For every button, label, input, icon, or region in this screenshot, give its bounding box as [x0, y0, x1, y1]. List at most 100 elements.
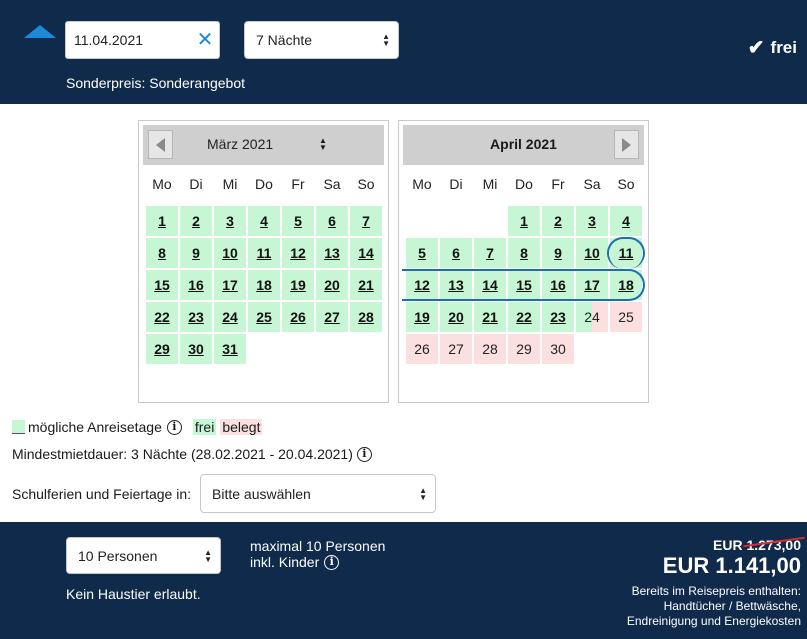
calendar-day[interactable]: 6 [440, 238, 472, 268]
calendar-day[interactable]: 16 [180, 270, 212, 300]
calendar-day[interactable]: 12 [406, 270, 438, 300]
weekday-label: Mo [412, 176, 432, 192]
calendar-day[interactable]: 17 [576, 270, 608, 300]
calendar-day[interactable]: 31 [214, 334, 246, 364]
special-price-text: Sonderpreis: Sonderangebot [66, 75, 246, 91]
weekday-label: So [357, 176, 375, 192]
calendar-day[interactable]: 24 [214, 302, 246, 332]
check-icon: ✔ [747, 37, 765, 59]
included-services: Bereits im Reisepreis enthalten: Handtüc… [627, 584, 801, 629]
calendar-day[interactable]: 18 [248, 270, 280, 300]
calendar-day: 24 [576, 302, 608, 332]
persons-select[interactable]: 10 Personen ▲ ▼ [66, 537, 221, 574]
nights-select[interactable]: 7 Nächte ▲ ▼ [244, 21, 399, 59]
legend-arrival-days: mögliche Anreisetage [28, 419, 162, 435]
legend-booked: belegt [220, 419, 263, 435]
persons-select-value: 10 Personen [78, 547, 158, 564]
calendar-day[interactable]: 8 [508, 238, 540, 268]
included-line: Endreinigung und Energiekosten [626, 614, 801, 628]
weekday-label: Do [515, 176, 533, 192]
calendar-day[interactable]: 6 [316, 206, 348, 236]
calendar-day: 28 [474, 334, 506, 364]
calendar-day[interactable]: 19 [406, 302, 438, 332]
calendar-march: März 2021 ▲ ▼ Mo Di Mi Do Fr Sa So 1 2 3 4 5 6 7 8 9 10 1… [138, 120, 389, 403]
calendar-day[interactable]: 11 [610, 238, 642, 268]
calendar-day[interactable]: 27 [316, 302, 348, 332]
calendar-day[interactable]: 3 [576, 206, 608, 236]
calendar-day[interactable]: 29 [146, 334, 178, 364]
calendar-day[interactable]: 7 [350, 206, 382, 236]
calendar-day[interactable]: 2 [180, 206, 212, 236]
weekday-header: Mo Di Mi Do Fr Sa So [405, 176, 643, 192]
calendar-day[interactable]: 2 [542, 206, 574, 236]
arrow-left-icon [156, 137, 165, 152]
calendar-day[interactable]: 12 [282, 238, 314, 268]
calendar-day[interactable]: 9 [180, 238, 212, 268]
calendar-day[interactable]: 7 [474, 238, 506, 268]
max-persons-line: maximal 10 Personen [250, 538, 386, 554]
calendar-day[interactable]: 17 [214, 270, 246, 300]
calendar-day[interactable]: 26 [282, 302, 314, 332]
weekday-label: Fr [551, 176, 565, 192]
calendar-day: 29 [508, 334, 540, 364]
prev-month-button[interactable] [148, 130, 173, 159]
calendar-day[interactable]: 1 [146, 206, 178, 236]
calendar-day[interactable]: 8 [146, 238, 178, 268]
select-arrows-icon: ▲ ▼ [382, 32, 390, 48]
weekday-label: Di [449, 176, 463, 192]
calendar-day: 26 [406, 334, 438, 364]
calendar-day[interactable]: 3 [214, 206, 246, 236]
calendar-day[interactable]: 14 [474, 270, 506, 300]
booking-footer: 10 Personen ▲ ▼ Kein Haustier erlaubt. ma… [0, 522, 807, 639]
month-select-arrows-icon[interactable]: ▲ ▼ [319, 137, 327, 152]
calendar-day[interactable]: 13 [440, 270, 472, 300]
weekday-label: Di [189, 176, 203, 192]
clear-icon[interactable]: ✕ [196, 29, 214, 51]
month-select[interactable]: März 2021 [207, 125, 273, 165]
calendar-day[interactable]: 18 [610, 270, 642, 300]
calendar-day[interactable]: 4 [610, 206, 642, 236]
min-stay-text: Mindestmietdauer: 3 Nächte (28.02.2021 -… [12, 446, 353, 462]
calendar-day[interactable]: 1 [508, 206, 540, 236]
calendar-day[interactable]: 23 [180, 302, 212, 332]
weekday-label: Mi [222, 176, 238, 192]
calendar-day[interactable]: 4 [248, 206, 280, 236]
calendar-day[interactable]: 5 [406, 238, 438, 268]
info-icon[interactable]: i [324, 554, 340, 570]
calendar-day[interactable]: 10 [214, 238, 246, 268]
calendar-day[interactable]: 5 [282, 206, 314, 236]
calendar-day[interactable]: 11 [248, 238, 280, 268]
calendar-day[interactable]: 9 [542, 238, 574, 268]
calendar-day: 27 [440, 334, 472, 364]
calendar-day[interactable]: 25 [248, 302, 280, 332]
collapse-up-icon[interactable] [24, 25, 56, 38]
calendar-day[interactable]: 13 [316, 238, 348, 268]
calendar-day[interactable]: 15 [508, 270, 540, 300]
calendar-day[interactable]: 15 [146, 270, 178, 300]
calendar-header: März 2021 ▲ ▼ [143, 125, 384, 165]
calendar-day[interactable]: 23 [542, 302, 574, 332]
calendar-day[interactable]: 16 [542, 270, 574, 300]
calendar-day[interactable]: 19 [282, 270, 314, 300]
calendar-day[interactable]: 20 [440, 302, 472, 332]
incl-children-line: inkl. Kinder [250, 554, 320, 570]
select-arrows-icon: ▲ ▼ [419, 485, 427, 502]
legend-free: frei [192, 419, 217, 435]
calendar-day[interactable]: 10 [576, 238, 608, 268]
weekday-label: So [617, 176, 635, 192]
calendar-day[interactable]: 30 [180, 334, 212, 364]
calendar-day[interactable]: 14 [350, 238, 382, 268]
calendar-day[interactable]: 21 [474, 302, 506, 332]
calendar-header: April 2021 [403, 125, 644, 165]
info-icon[interactable]: i [166, 419, 182, 435]
calendar-day: 30 [542, 334, 574, 364]
calendar-day[interactable]: 21 [350, 270, 382, 300]
calendar-day[interactable]: 20 [316, 270, 348, 300]
calendar-day[interactable]: 22 [508, 302, 540, 332]
info-icon[interactable]: i [356, 446, 372, 462]
holiday-select-value: Bitte auswählen [212, 485, 311, 502]
holiday-region-select[interactable]: Bitte auswählen ▲ ▼ [200, 474, 436, 513]
calendar-day[interactable]: 28 [350, 302, 382, 332]
next-month-button[interactable] [614, 130, 639, 159]
calendar-day[interactable]: 22 [146, 302, 178, 332]
